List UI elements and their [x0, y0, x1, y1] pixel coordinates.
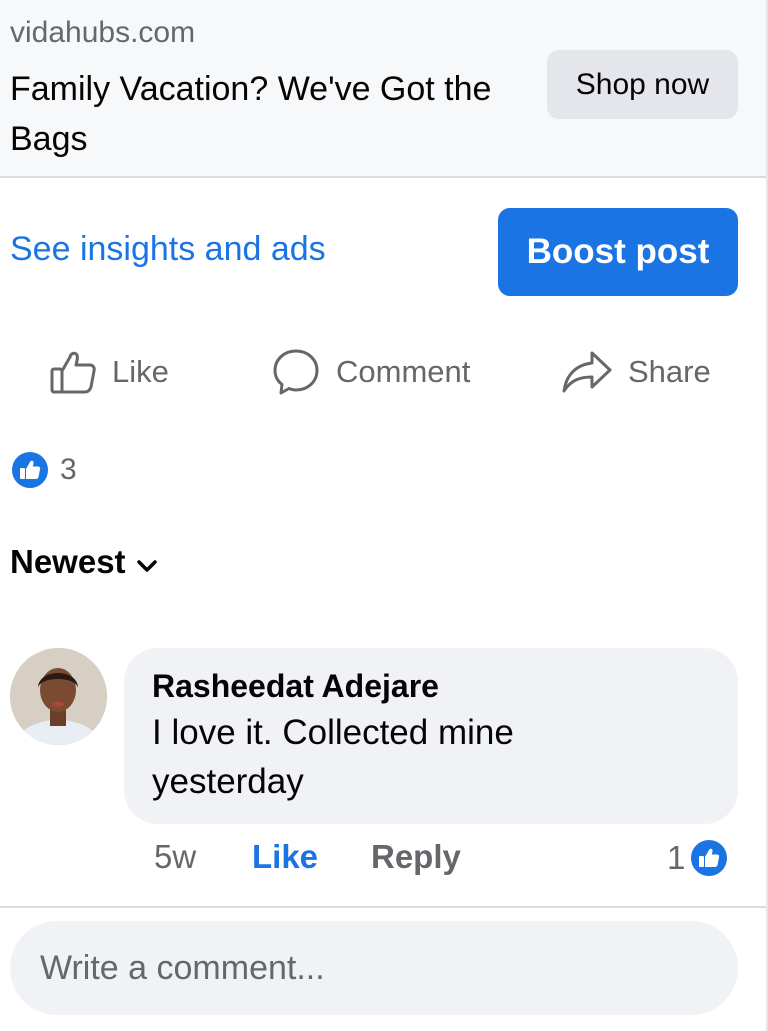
like-action-label: Like [112, 354, 169, 389]
comment-action-button[interactable]: Comment [270, 340, 470, 404]
like-reaction-icon [10, 450, 50, 490]
divider [0, 906, 768, 908]
comment-action-label: Comment [336, 354, 471, 389]
share-action-label: Share [628, 354, 711, 389]
share-icon [560, 347, 614, 397]
share-action-button[interactable]: Share [560, 340, 711, 404]
like-reaction-icon [689, 838, 730, 878]
comment-bubble[interactable]: Rasheedat Adejare I love it. Collected m… [124, 648, 738, 824]
reaction-summary[interactable]: 3 [10, 450, 77, 490]
comment-timestamp[interactable]: 5w [154, 838, 196, 876]
comment-sort-dropdown[interactable]: Newest [10, 543, 158, 581]
comment-reaction-count: 1 [667, 839, 686, 876]
chevron-down-icon [126, 543, 158, 581]
link-preview-card[interactable]: vidahubs.com Family Vacation? We've Got … [0, 0, 768, 178]
reaction-count: 3 [60, 453, 77, 486]
sort-label: Newest [10, 543, 126, 580]
comment-text: I love it. Collected mine yesterday [152, 713, 514, 801]
like-action-button[interactable]: Like [48, 340, 169, 404]
shop-now-button[interactable]: Shop now [547, 50, 738, 119]
comment-like-button[interactable]: Like [252, 838, 318, 876]
comment-author[interactable]: Rasheedat Adejare [152, 666, 710, 706]
thumbs-up-icon [48, 347, 98, 397]
link-domain: vidahubs.com [10, 16, 196, 49]
link-title[interactable]: Family Vacation? We've Got the Bags [10, 64, 510, 164]
comment-input[interactable] [10, 921, 738, 1015]
see-insights-link[interactable]: See insights and ads [10, 230, 326, 269]
comment-reaction-summary[interactable]: 1 [667, 838, 730, 878]
comment-icon [270, 346, 322, 398]
commenter-avatar[interactable] [10, 648, 107, 745]
comment-reply-button[interactable]: Reply [371, 838, 461, 876]
boost-post-button[interactable]: Boost post [498, 208, 738, 296]
